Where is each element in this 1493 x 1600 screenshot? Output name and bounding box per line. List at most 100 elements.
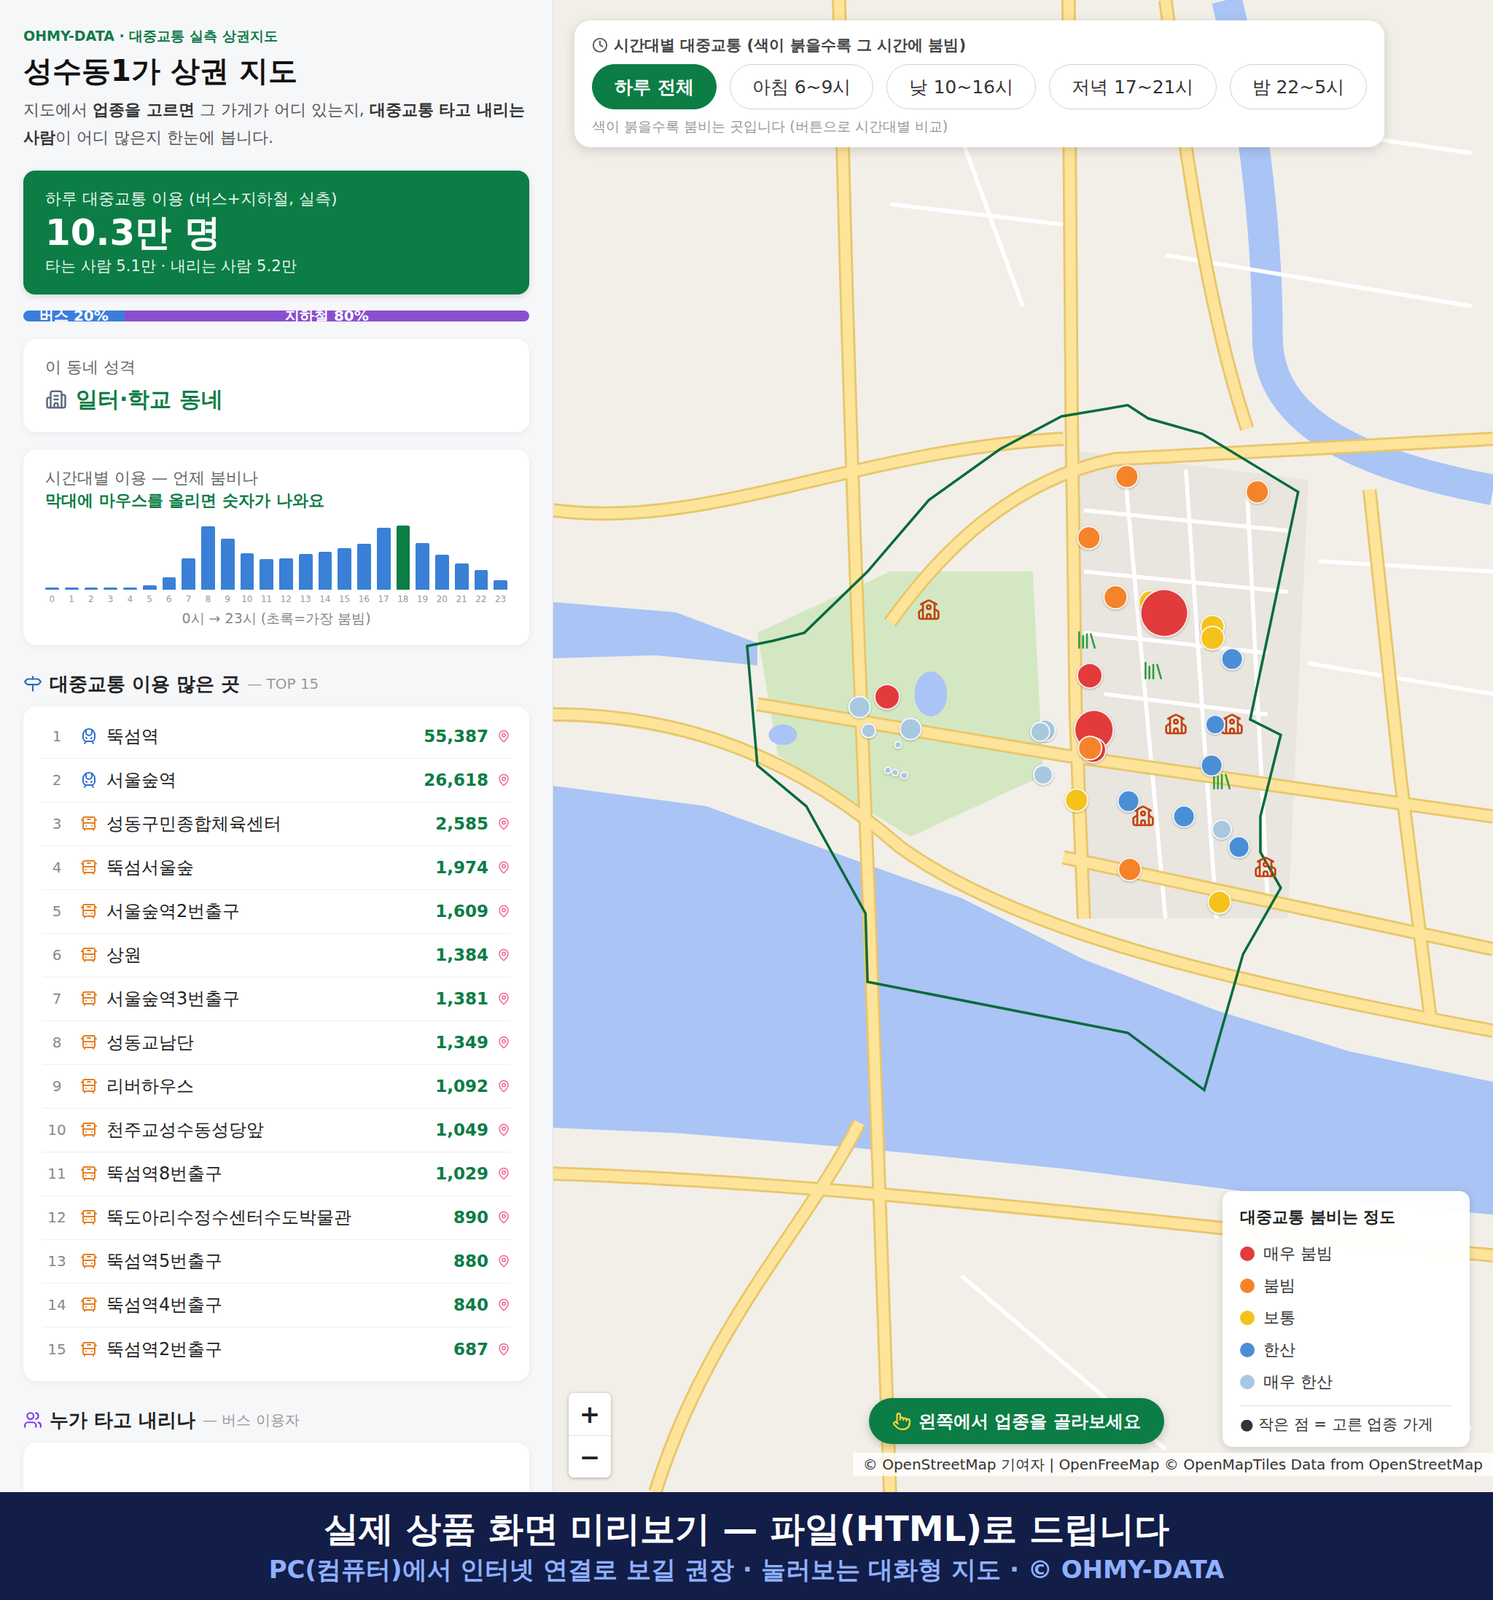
stop-row[interactable]: 3성동구민종합체육센터2,585: [42, 802, 511, 847]
hour-bar[interactable]: [142, 585, 157, 590]
stop-row[interactable]: 11뚝섬역8번출구1,029: [42, 1152, 511, 1197]
stop-marker[interactable]: [1207, 890, 1233, 915]
stop-marker[interactable]: [1077, 736, 1103, 762]
pin-icon[interactable]: [497, 904, 511, 918]
hour-label: 12: [279, 592, 294, 606]
map-attribution: © OpenStreetMap 기여자 | OpenFreeMap © Open…: [852, 1452, 1493, 1477]
pin-icon[interactable]: [497, 1123, 511, 1137]
hour-bar[interactable]: [396, 525, 411, 590]
stop-row[interactable]: 15뚝섬역2번출구687: [42, 1327, 511, 1372]
pin-icon[interactable]: [497, 860, 511, 875]
time-button[interactable]: 하루 전체: [591, 64, 717, 110]
stop-row[interactable]: 14뚝섬역4번출구840: [42, 1283, 511, 1328]
stop-marker[interactable]: [1064, 788, 1090, 813]
hour-bar[interactable]: [201, 526, 216, 590]
stop-rank: 9: [42, 1077, 72, 1095]
pin-icon[interactable]: [497, 1342, 511, 1356]
stop-row[interactable]: 5서울숲역2번출구1,609: [42, 890, 511, 934]
pin-icon[interactable]: [497, 948, 511, 962]
time-button[interactable]: 낮 10~16시: [886, 64, 1036, 110]
time-button[interactable]: 아침 6~9시: [729, 64, 875, 110]
stop-row[interactable]: 1뚝섬역55,387: [42, 715, 511, 759]
stop-marker[interactable]: [847, 696, 871, 719]
pin-icon[interactable]: [497, 1210, 511, 1224]
poi-marker[interactable]: [1250, 852, 1281, 883]
stop-marker[interactable]: [1227, 836, 1251, 859]
hour-bar[interactable]: [84, 587, 99, 590]
hour-label: 1: [64, 592, 79, 606]
hour-bar[interactable]: [435, 554, 450, 590]
hour-bar[interactable]: [337, 548, 352, 590]
hour-bar[interactable]: [259, 559, 274, 590]
hour-bar[interactable]: [220, 538, 235, 590]
time-button[interactable]: 저녁 17~21시: [1049, 64, 1217, 110]
legend-dot: [1240, 1278, 1255, 1294]
stop-marker[interactable]: [1140, 589, 1190, 638]
riders-card: [23, 1442, 530, 1493]
stop-marker[interactable]: [1172, 805, 1196, 829]
stop-name: 뚝섬역5번출구: [106, 1249, 445, 1273]
map[interactable]: 시간대별 대중교통 (색이 붉을수록 그 시간에 붐빔)하루 전체아침 6~9시…: [553, 0, 1493, 1493]
hour-bar[interactable]: [181, 558, 196, 590]
pin-icon[interactable]: [497, 729, 511, 743]
stop-marker[interactable]: [1114, 464, 1140, 490]
stop-marker[interactable]: [898, 717, 922, 740]
stop-marker[interactable]: [1032, 764, 1054, 786]
stop-row[interactable]: 7서울숲역3번출구1,381: [42, 977, 511, 1022]
hour-bar[interactable]: [279, 558, 294, 590]
stop-row[interactable]: 2서울숲역26,618: [42, 758, 511, 803]
stop-row[interactable]: 8성동교남단1,349: [42, 1021, 511, 1066]
cta-pill[interactable]: 왼쪽에서 업종을 골라보세요: [868, 1398, 1165, 1445]
stop-row[interactable]: 6상원1,384: [42, 933, 511, 978]
pin-icon[interactable]: [497, 1035, 511, 1050]
hour-bar[interactable]: [454, 563, 469, 590]
hour-label: 9: [220, 592, 235, 606]
pin-icon[interactable]: [497, 1254, 511, 1268]
pin-icon[interactable]: [497, 1298, 511, 1312]
hour-bar[interactable]: [240, 553, 255, 590]
hour-bar[interactable]: [415, 543, 430, 590]
stop-rank: 8: [42, 1033, 72, 1052]
summary-detail: 타는 사람 5.1만 · 내리는 사람 5.2만: [45, 255, 508, 278]
pin-icon[interactable]: [497, 1079, 511, 1093]
description-text: 이 어디 많은지 한눈에 봅니다.: [55, 128, 274, 147]
hour-bar[interactable]: [376, 527, 391, 590]
pin-icon[interactable]: [497, 817, 511, 831]
stop-marker[interactable]: [1199, 754, 1223, 778]
stop-row[interactable]: 12뚝도아리수정수센터수도박물관890: [42, 1196, 511, 1241]
poi-marker[interactable]: [1138, 656, 1168, 686]
hour-bar[interactable]: [318, 551, 333, 590]
hour-label: 21: [454, 592, 469, 606]
stop-marker[interactable]: [1117, 790, 1141, 813]
stop-row[interactable]: 13뚝섬역5번출구880: [42, 1240, 511, 1284]
hour-bar[interactable]: [493, 580, 508, 590]
hour-bar[interactable]: [45, 587, 60, 590]
stop-marker[interactable]: [1220, 648, 1243, 671]
stop-name: 뚝섬역4번출구: [106, 1293, 445, 1317]
stop-marker[interactable]: [1199, 625, 1225, 651]
zoom-button[interactable]: +: [568, 1393, 611, 1436]
poi-marker[interactable]: [914, 595, 944, 625]
pin-icon[interactable]: [497, 773, 511, 787]
time-button[interactable]: 밤 22~5시: [1229, 64, 1368, 110]
hour-bar[interactable]: [162, 577, 177, 590]
stop-name: 천주교성수동성당앞: [106, 1118, 427, 1142]
stop-marker[interactable]: [1117, 857, 1143, 883]
zoom-button[interactable]: −: [568, 1435, 611, 1478]
hour-bar[interactable]: [64, 587, 79, 590]
stop-row[interactable]: 10천주교성수동성당앞1,049: [42, 1108, 511, 1153]
stop-marker[interactable]: [1076, 525, 1102, 551]
stop-marker[interactable]: [1245, 479, 1270, 505]
stop-row[interactable]: 9리버하우스1,092: [42, 1065, 511, 1109]
stop-row[interactable]: 4뚝섬서울숲1,974: [42, 846, 511, 891]
hour-bar[interactable]: [123, 587, 138, 590]
hour-bar[interactable]: [298, 554, 313, 590]
pin-icon[interactable]: [497, 992, 511, 1006]
stop-marker[interactable]: [1102, 584, 1128, 610]
poi-marker[interactable]: [1072, 625, 1102, 655]
hour-bar[interactable]: [474, 570, 489, 590]
poi-marker[interactable]: [1161, 710, 1191, 740]
hour-bar[interactable]: [357, 543, 372, 590]
hour-bar[interactable]: [103, 587, 118, 590]
pin-icon[interactable]: [497, 1167, 511, 1181]
